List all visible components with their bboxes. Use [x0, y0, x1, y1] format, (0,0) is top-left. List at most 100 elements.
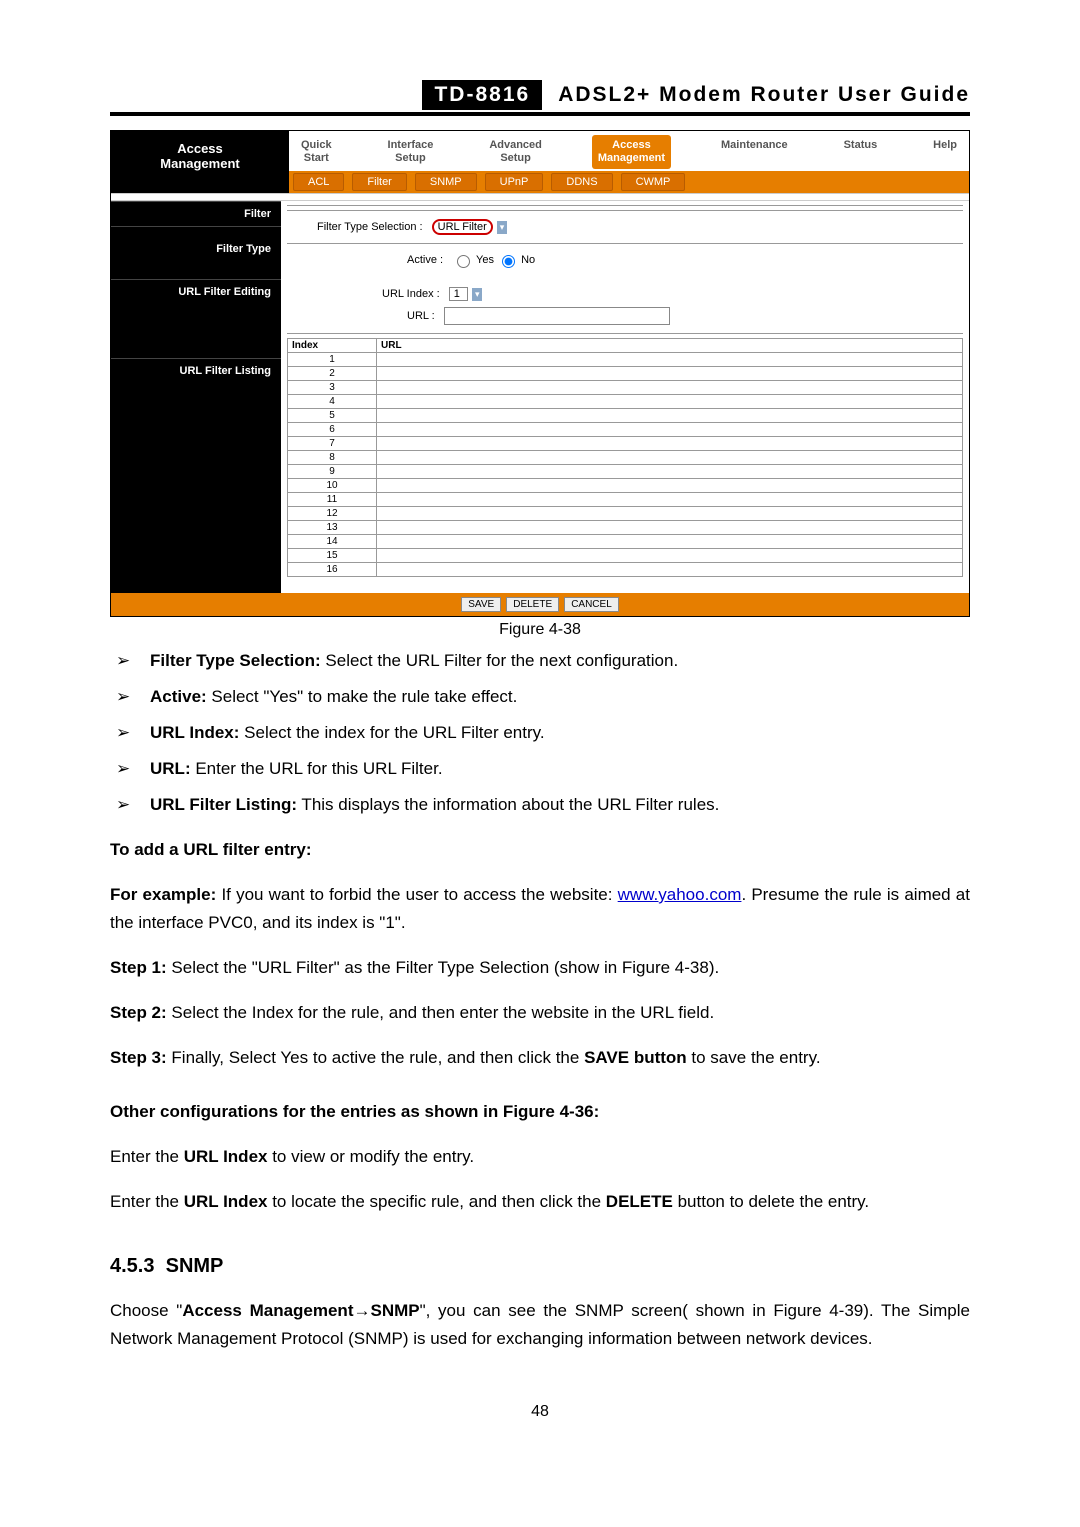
listing-url-cell [377, 395, 963, 409]
active-no-radio[interactable] [502, 255, 515, 268]
nav-advanced-setup[interactable]: Advanced Setup [483, 135, 548, 169]
nav-maintenance[interactable]: Maintenance [715, 135, 794, 169]
nav-access-management[interactable]: Access Management [592, 135, 671, 169]
row-active: Active : Yes No [287, 248, 963, 272]
figure-footer: SAVE DELETE CANCEL [111, 593, 969, 616]
listing-index-cell: 16 [288, 563, 377, 577]
header-rule [110, 112, 970, 116]
listing-index-cell: 12 [288, 507, 377, 521]
filter-type-select[interactable]: URL Filter [432, 219, 493, 235]
header-title: ADSL2+ Modem Router User Guide [558, 83, 970, 107]
other-config-heading: Other configurations for the entries as … [110, 1098, 970, 1126]
row-url-index: URL Index : 1 ▾ [287, 272, 963, 305]
table-row: 12 [288, 507, 963, 521]
side-label-filter-type: Filter Type [111, 226, 281, 279]
table-row: 15 [288, 549, 963, 563]
subnav-ddns[interactable]: DDNS [551, 173, 612, 191]
url-input[interactable] [444, 307, 670, 325]
side-label-url-filter-listing: URL Filter Listing [111, 358, 281, 577]
table-row: 8 [288, 451, 963, 465]
listing-url-cell [377, 353, 963, 367]
listing-index-cell: 2 [288, 367, 377, 381]
section-heading: 4.5.3 SNMP [110, 1252, 970, 1280]
listing-url-cell [377, 521, 963, 535]
table-row: 14 [288, 535, 963, 549]
table-row: 10 [288, 479, 963, 493]
url-index-label: URL Index : [382, 288, 440, 300]
listing-url-cell [377, 451, 963, 465]
subnav-filter[interactable]: Filter [352, 173, 406, 191]
nav-help[interactable]: Help [927, 135, 963, 169]
save-button[interactable]: SAVE [461, 597, 501, 612]
side-label-filter: Filter [111, 201, 281, 226]
bullet-item: Filter Type Selection: Select the URL Fi… [110, 647, 970, 675]
listing-url-cell [377, 535, 963, 549]
delete-button[interactable]: DELETE [506, 597, 559, 612]
listing-header-index: Index [288, 339, 377, 353]
bullet-list: Filter Type Selection: Select the URL Fi… [110, 647, 970, 819]
table-row: 13 [288, 521, 963, 535]
other-line-2: Enter the URL Index to locate the specif… [110, 1188, 970, 1216]
figure-screenshot: Access Management Quick Start Interface … [110, 130, 970, 617]
bullet-item: URL: Enter the URL for this URL Filter. [110, 755, 970, 783]
chevron-down-icon[interactable]: ▾ [472, 288, 483, 301]
subnav-upnp[interactable]: UPnP [485, 173, 544, 191]
listing-url-cell [377, 507, 963, 521]
subnav-cwmp[interactable]: CWMP [621, 173, 686, 191]
subnav-snmp[interactable]: SNMP [415, 173, 477, 191]
table-row: 4 [288, 395, 963, 409]
header-model: TD-8816 [422, 80, 542, 110]
listing-url-cell [377, 479, 963, 493]
listing-index-cell: 13 [288, 521, 377, 535]
listing-index-cell: 4 [288, 395, 377, 409]
url-filter-listing-table: Index URL 12345678910111213141516 [287, 338, 963, 577]
step-2: Step 2: Select the Index for the rule, a… [110, 999, 970, 1027]
row-url: URL : [287, 305, 963, 329]
listing-url-cell [377, 465, 963, 479]
table-row: 6 [288, 423, 963, 437]
nav-interface-setup[interactable]: Interface Setup [382, 135, 440, 169]
bullet-item: URL Filter Listing: This displays the in… [110, 791, 970, 819]
active-yes-radio[interactable] [457, 255, 470, 268]
active-label: Active : [407, 254, 443, 266]
page-number: 48 [110, 1403, 970, 1421]
table-row: 1 [288, 353, 963, 367]
figure-side-title: Access Management [111, 131, 289, 193]
subnav-acl[interactable]: ACL [293, 173, 344, 191]
listing-index-cell: 15 [288, 549, 377, 563]
figure-caption: Figure 4-38 [110, 621, 970, 639]
filter-type-label: Filter Type Selection : [317, 221, 423, 233]
figure-side-labels: Filter Filter Type URL Filter Editing UR… [111, 201, 281, 593]
table-row: 9 [288, 465, 963, 479]
step-3: Step 3: Finally, Select Yes to active th… [110, 1044, 970, 1072]
listing-url-cell [377, 437, 963, 451]
table-row: 11 [288, 493, 963, 507]
figure-sub-nav: ACL Filter SNMP UPnP DDNS CWMP [289, 171, 969, 193]
table-row: 16 [288, 563, 963, 577]
listing-url-cell [377, 563, 963, 577]
listing-header-url: URL [377, 339, 963, 353]
listing-url-cell [377, 367, 963, 381]
url-index-select[interactable]: 1 [449, 287, 468, 301]
cancel-button[interactable]: CANCEL [564, 597, 619, 612]
listing-index-cell: 7 [288, 437, 377, 451]
step-1: Step 1: Select the "URL Filter" as the F… [110, 954, 970, 982]
listing-index-cell: 3 [288, 381, 377, 395]
bullet-item: URL Index: Select the index for the URL … [110, 719, 970, 747]
nav-status[interactable]: Status [838, 135, 884, 169]
listing-url-cell [377, 493, 963, 507]
listing-index-cell: 5 [288, 409, 377, 423]
example-link[interactable]: www.yahoo.com [618, 885, 742, 904]
add-entry-heading: To add a URL filter entry: [110, 836, 970, 864]
listing-url-cell [377, 381, 963, 395]
chevron-down-icon[interactable]: ▾ [497, 221, 508, 234]
listing-index-cell: 14 [288, 535, 377, 549]
page-header: TD-8816 ADSL2+ Modem Router User Guide [422, 80, 970, 110]
listing-url-cell [377, 409, 963, 423]
table-row: 3 [288, 381, 963, 395]
listing-index-cell: 1 [288, 353, 377, 367]
table-row: 7 [288, 437, 963, 451]
bullet-item: Active: Select "Yes" to make the rule ta… [110, 683, 970, 711]
nav-quick-start[interactable]: Quick Start [295, 135, 338, 169]
row-filter-type: Filter Type Selection : URL Filter ▾ [287, 215, 963, 239]
